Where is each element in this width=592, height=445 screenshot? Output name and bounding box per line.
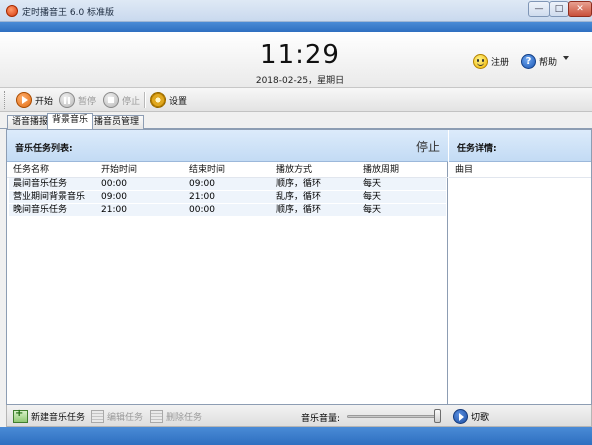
header-accent-bar [0,22,592,32]
bottom-toolbar: 新建音乐任务 编辑任务 删除任务 音乐音量: 切歌 [6,405,592,427]
play-cycle-cell: 每天 [363,179,382,189]
start-label: 开始 [35,96,54,107]
stop-label: 停止 [122,96,141,107]
start-button[interactable]: 开始 [16,90,53,110]
start-time-cell: 21:00 [101,205,127,215]
switch-song-button[interactable]: 切歌 [453,408,489,424]
status-bar [0,427,592,445]
help-link[interactable]: ? 帮助 [521,53,557,69]
gear-icon [150,92,166,108]
end-time-cell: 00:00 [189,205,215,215]
play-cycle-cell: 每天 [363,192,382,202]
minimize-button[interactable]: — [528,1,550,17]
settings-button[interactable]: 设置 [150,90,187,110]
delete-task-icon [150,409,163,423]
play-state: 停止 [415,140,440,154]
play-mode-cell: 顺序，循环 [276,205,322,215]
settings-label: 设置 [169,96,188,107]
task-name-cell: 晚间音乐任务 [13,205,68,215]
edit-task-button[interactable]: 编辑任务 [91,408,143,424]
start-time-cell: 00:00 [101,179,127,189]
maximize-button[interactable]: □ [549,1,569,17]
volume-slider[interactable] [347,415,441,418]
toolbar-grip[interactable] [4,91,7,109]
music-task-title: 音乐任务列表: [15,144,73,154]
stop-button[interactable]: 停止 [103,90,140,110]
new-task-icon [13,408,28,423]
tab-announcer-management[interactable]: 播音员管理 [89,115,145,129]
register-link[interactable]: 注册 [473,53,509,69]
toolbar-separator [144,92,145,108]
close-button[interactable]: ✕ [568,1,592,17]
tab-strip: 语音播报 背景音乐 播音员管理 [0,112,592,129]
start-time-cell: 09:00 [101,192,127,202]
end-time-cell: 21:00 [189,192,215,202]
pause-label: 暂停 [78,96,97,107]
task-detail-title: 任务详情: [457,144,497,154]
column-header-task-name[interactable]: 任务名称 [13,163,49,177]
clock-date: 2018-02-25，星期日 [255,76,345,86]
task-detail-panel: 任务详情: 曲目 [449,130,591,404]
new-task-label: 新建音乐任务 [31,412,86,423]
smile-icon [473,53,488,69]
edit-task-label: 编辑任务 [107,412,144,423]
main-area: 音乐任务列表: 停止 任务名称 开始时间 结束时间 播放方式 播放周期 晨间音乐… [6,129,592,405]
table-row[interactable]: 晚间音乐任务 21:00 00:00 顺序，循环 每天 [9,204,446,216]
tab-background-music[interactable]: 背景音乐 [47,113,94,129]
edit-task-icon [91,409,104,423]
music-task-panel: 音乐任务列表: 停止 任务名称 开始时间 结束时间 播放方式 播放周期 晨间音乐… [7,130,448,404]
window-title: 定时播音王 6.0 标准版 [22,8,115,18]
music-task-header: 音乐任务列表: 停止 [7,130,448,162]
task-name-cell: 营业期间背景音乐 [13,192,86,202]
column-header-start-time[interactable]: 开始时间 [101,163,137,177]
app-logo-icon [6,5,18,17]
help-dropdown-icon[interactable] [563,56,569,60]
column-header-play-mode[interactable]: 播放方式 [276,163,312,177]
clock-time: 11:29 [260,40,340,70]
volume-label: 音乐音量: [301,414,341,424]
help-label: 帮助 [539,57,558,68]
detail-header-divider [449,177,591,178]
play-mode-cell: 顺序，循环 [276,179,322,189]
stop-icon [103,92,119,108]
toolbar: 开始 暂停 停止 设置 [0,88,592,112]
play-cycle-cell: 每天 [363,205,382,215]
play-mode-cell: 乱序，循环 [276,192,322,202]
pause-icon [59,92,75,108]
new-music-task-button[interactable]: 新建音乐任务 [13,408,85,424]
help-icon: ? [521,53,536,69]
column-header-play-cycle[interactable]: 播放周期 [363,163,399,177]
task-name-cell: 晨间音乐任务 [13,179,68,189]
delete-task-label: 删除任务 [166,412,203,423]
table-row[interactable]: 营业期间背景音乐 09:00 21:00 乱序，循环 每天 [9,191,446,203]
task-detail-header: 任务详情: [449,130,591,162]
end-time-cell: 09:00 [189,179,215,189]
title-bar: 定时播音王 6.0 标准版 — □ ✕ [0,0,592,22]
register-label: 注册 [491,57,510,68]
volume-slider-thumb[interactable] [434,409,441,423]
play-icon [16,92,32,108]
switch-song-label: 切歌 [471,412,490,423]
column-header-track[interactable]: 曲目 [455,163,473,177]
pause-button[interactable]: 暂停 [59,90,96,110]
delete-task-button[interactable]: 删除任务 [150,408,202,424]
clock-panel: 11:29 2018-02-25，星期日 注册 ? 帮助 [0,32,592,88]
column-header-end-time[interactable]: 结束时间 [189,163,225,177]
table-row[interactable]: 晨间音乐任务 00:00 09:00 顺序，循环 每天 [9,178,446,190]
next-track-icon [453,408,468,424]
